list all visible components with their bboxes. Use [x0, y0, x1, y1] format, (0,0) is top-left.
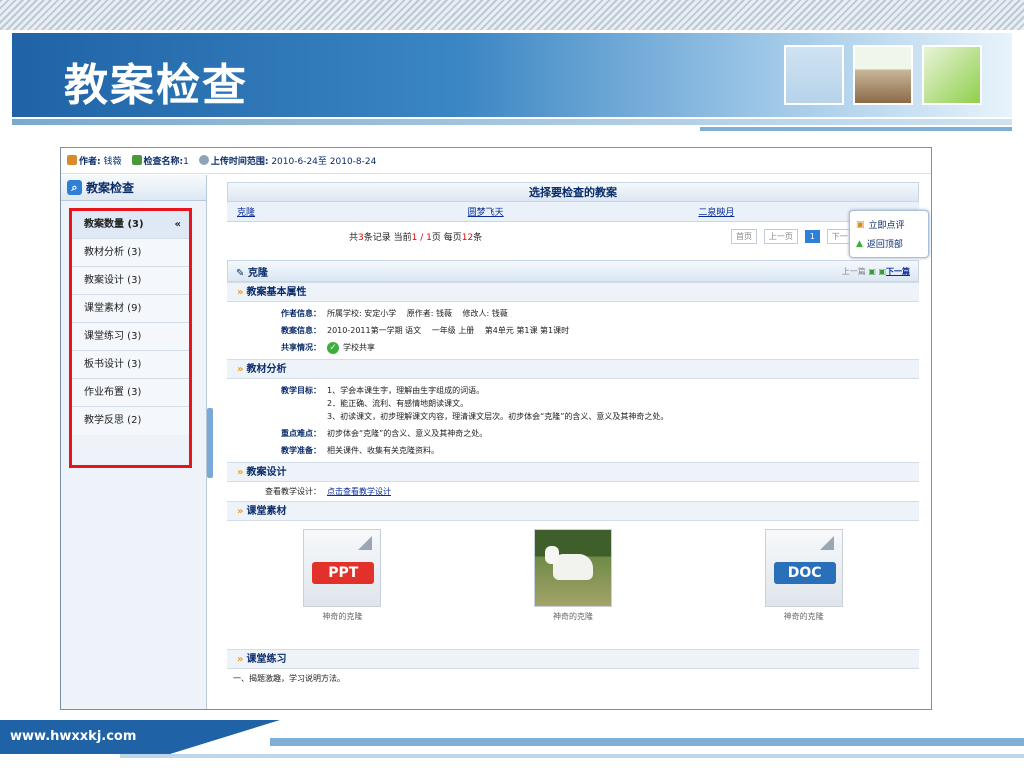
sidebar-item-textbook-analysis[interactable]: 教材分析 (3): [72, 239, 189, 267]
field-label: 共享情况：: [281, 343, 321, 352]
sprout-image: [853, 45, 913, 105]
doc-title: 克隆: [247, 267, 268, 279]
check-info: 检查名称:1: [131, 154, 189, 167]
sidebar-title: 教案检查: [86, 181, 135, 195]
section-design: » 教案设计: [227, 462, 919, 482]
field-value: 1、学会本课生字，理解由生字组成的词语。 2．能正确、流利、有感情地朗读课文。 3、…: [327, 386, 669, 421]
info-bar: 作者: 钱薇 检查名称:1 上传时间范围: 2010-6-24至 2010-8-…: [61, 148, 931, 174]
search-icon: ⌕: [67, 180, 82, 195]
material-item[interactable]: 神奇的克隆: [458, 529, 689, 649]
banner-line: [12, 119, 1012, 125]
comment-icon: ▣: [856, 219, 865, 230]
arrow-icon: »: [237, 364, 244, 375]
prev-page-button[interactable]: 上一页: [763, 229, 798, 244]
top-stripe: [0, 0, 1024, 30]
banner-line: [700, 127, 1012, 131]
sidebar-item-board-design[interactable]: 板书设计 (3): [72, 351, 189, 379]
material-caption: 神奇的克隆: [322, 612, 363, 621]
arrow-right-icon: ▣: [878, 266, 886, 276]
doc-file-icon[interactable]: DOC: [764, 529, 843, 607]
material-list: PPT 神奇的克隆 神奇的克隆 DOC 神奇的克隆: [227, 521, 919, 649]
view-design-link[interactable]: 点击查看教学设计: [327, 485, 919, 498]
lesson-list: 克隆 圆梦飞天 二泉映月: [227, 202, 919, 222]
page-number-button[interactable]: 1: [804, 230, 820, 243]
sidebar-menu: 教案数量 (3) « 教材分析 (3) 教案设计 (3) 课堂素材 (9) 课堂练…: [69, 208, 192, 468]
material-item[interactable]: DOC 神奇的克隆: [688, 529, 919, 649]
slide-title: 教案检查: [64, 60, 248, 111]
back-to-top-button[interactable]: ▲ 返回顶部: [856, 234, 922, 253]
field-value: 所属学校: 安定小学 原作者: 钱薇 修改人: 钱薇: [327, 309, 508, 318]
sidebar-header: ⌕ 教案检查: [61, 175, 206, 201]
arrow-icon: »: [237, 467, 244, 478]
range-info: 上传时间范围: 2010-6-24至 2010-8-24: [198, 154, 376, 167]
collapse-icon[interactable]: «: [175, 211, 181, 238]
field-value: 2010-2011第一学期 语文 一年级 上册 第4单元 第1课 第1课时: [327, 326, 570, 335]
field-label: 重点难点：: [281, 429, 321, 438]
title-banner: 教案检查: [12, 33, 1012, 117]
edit-icon: ✎: [236, 267, 248, 279]
section-analysis: » 教材分析: [227, 359, 919, 379]
field-label: 查看教学设计：: [265, 487, 321, 496]
floating-menu: ▣ 立即点评 ▲ 返回顶部: [849, 210, 929, 258]
material-caption: 神奇的克隆: [553, 612, 593, 621]
sidebar-item-class-material[interactable]: 课堂素材 (9): [72, 295, 189, 323]
record-count: 共3条记录 当前1 / 1页 每页12条: [349, 232, 483, 243]
footer-line: [120, 754, 1024, 758]
clock-icon: [198, 155, 209, 165]
check-circle-icon: ✓: [327, 342, 339, 354]
sidebar-item-lesson-count[interactable]: 教案数量 (3) «: [72, 211, 189, 239]
field-label: 教学目标：: [281, 386, 321, 395]
app-screenshot: 作者: 钱薇 检查名称:1 上传时间范围: 2010-6-24至 2010-8-…: [60, 147, 932, 710]
footer-line: [270, 738, 1024, 746]
pager: 共3条记录 当前1 / 1页 每页12条 首页 上一页 1 下一: [227, 222, 919, 250]
footer-decor: [170, 720, 280, 754]
user-icon: [67, 155, 77, 165]
field-value: ✓ 学校共享: [327, 341, 919, 354]
main-content: 选择要检查的教案 克隆 圆梦飞天 二泉映月 共3条记录 当前1 / 1页 每页1…: [227, 182, 919, 688]
field-label: 教学准备：: [281, 446, 321, 455]
check-icon: [131, 155, 142, 165]
field-value: 相关课件、收集有关克隆资料。: [327, 446, 439, 455]
decor-box: [784, 45, 844, 105]
first-page-button[interactable]: 首页: [731, 229, 757, 244]
sidebar-toggle[interactable]: [207, 408, 213, 478]
next-doc-link[interactable]: 下一篇: [886, 267, 910, 276]
goat-photo[interactable]: [534, 529, 612, 607]
sidebar: ⌕ 教案检查 教案数量 (3) « 教材分析 (3) 教案设计 (3) 课堂素材 …: [61, 175, 207, 709]
author-info: 作者: 钱薇: [67, 154, 122, 167]
arrow-icon: »: [237, 287, 244, 298]
section-exercise: » 课堂练习: [227, 649, 919, 669]
sidebar-item-homework[interactable]: 作业布置 (3): [72, 379, 189, 407]
material-caption: 神奇的克隆: [783, 612, 824, 621]
leaf-image: [922, 45, 982, 105]
lesson-link[interactable]: 圆梦飞天: [458, 205, 689, 218]
field-label: 教案信息：: [281, 326, 321, 335]
field-value: 初步体会“克隆”的含义、意义及其神奇之处。: [327, 429, 488, 438]
comment-button[interactable]: ▣ 立即点评: [856, 215, 922, 234]
section-material: » 课堂素材: [227, 501, 919, 521]
ppt-file-icon[interactable]: PPT: [303, 529, 382, 607]
footer-url: www.hwxxkj.com: [0, 720, 170, 754]
sidebar-item-class-exercise[interactable]: 课堂练习 (3): [72, 323, 189, 351]
sidebar-item-reflection[interactable]: 教学反思 (2): [72, 407, 189, 435]
material-item[interactable]: PPT 神奇的克隆: [227, 529, 458, 649]
field-label: 作者信息：: [281, 309, 321, 318]
lesson-link[interactable]: 克隆: [227, 205, 458, 218]
arrow-left-icon: ▣: [868, 266, 876, 276]
up-icon: ▲: [856, 238, 863, 249]
sidebar-item-lesson-design[interactable]: 教案设计 (3): [72, 267, 189, 295]
exercise-text: 一、揭题激趣，学习说明方法。: [233, 674, 345, 683]
selector-header: 选择要检查的教案: [227, 182, 919, 202]
arrow-icon: »: [237, 506, 244, 517]
doc-title-bar: ✎ 克隆 上一篇 ▣ ▣下一篇: [227, 260, 919, 282]
arrow-icon: »: [237, 654, 244, 665]
section-basic: » 教案基本属性: [227, 282, 919, 302]
prev-doc-link[interactable]: 上一篇: [842, 267, 866, 276]
